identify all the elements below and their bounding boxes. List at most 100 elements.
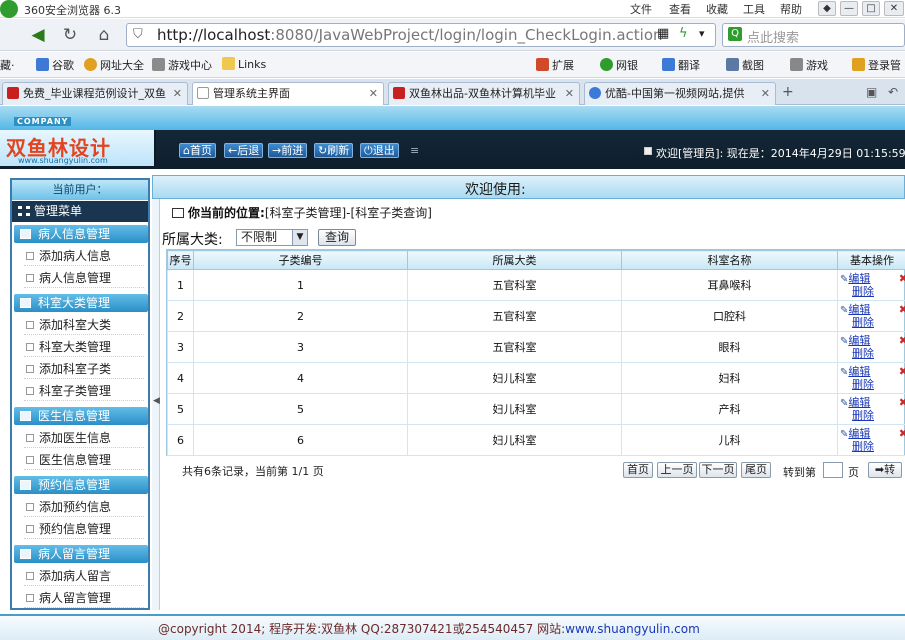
nav-home-button[interactable]: ⌂首页 (179, 143, 216, 158)
nav-refresh-button[interactable]: ↻刷新 (314, 143, 354, 158)
refresh-icon[interactable]: ↻ (58, 24, 82, 46)
menu-help[interactable]: 帮助 (780, 1, 802, 17)
group-label: 科室大类管理 (38, 296, 111, 310)
item-label: 添加病人信息 (39, 249, 112, 263)
nav-forward-button[interactable]: →前进 (268, 143, 308, 158)
close-tab-icon[interactable]: ✕ (369, 83, 378, 104)
toolbar-games[interactable]: 游戏 (790, 57, 828, 73)
sidebar-item-manage-message[interactable]: 病人留言管理 (24, 588, 144, 608)
edit-link[interactable]: 编辑 (848, 427, 870, 440)
undo-close-icon[interactable]: ↶ (888, 85, 898, 99)
sidebar-item-manage-dept-sub[interactable]: 科室子类管理 (24, 381, 144, 401)
collapse-arrow-icon[interactable]: ◀ (153, 396, 160, 406)
skin-icon[interactable]: ◆ (818, 1, 836, 16)
url-dropdown-icon[interactable]: ▾ (699, 27, 705, 40)
menu-view[interactable]: 查看 (669, 1, 691, 17)
tab-youku[interactable]: 优酷-中国第一视频网站,提供 ✕ (584, 82, 776, 105)
delete-link[interactable]: 删除 (852, 378, 874, 391)
fav-item-sites[interactable]: 网址大全 (84, 57, 144, 73)
cell-sub-id: 4 (193, 362, 408, 394)
query-button[interactable]: 查询 (318, 229, 356, 246)
fav-item-google[interactable]: 谷歌 (36, 57, 74, 73)
menu-file[interactable]: 文件 (630, 1, 652, 17)
delete-link[interactable]: 删除 (852, 316, 874, 329)
last-page-button[interactable]: 尾页 (741, 462, 771, 478)
maximize-icon[interactable]: □ (862, 1, 880, 16)
edit-link[interactable]: 编辑 (848, 272, 870, 285)
fav-item-games[interactable]: 游戏中心 (152, 57, 212, 73)
play-icon (589, 87, 601, 99)
sidebar-item-manage-patient[interactable]: 病人信息管理 (24, 268, 144, 288)
next-page-button[interactable]: 下一页 (699, 462, 737, 478)
chevron-down-icon[interactable]: ▼ (292, 230, 307, 245)
delete-link[interactable]: 删除 (852, 440, 874, 453)
search-engine-icon[interactable]: Q (728, 27, 742, 41)
toolbar-translate[interactable]: 翻译 (662, 57, 700, 73)
toolbar-screenshot[interactable]: 截图 (726, 57, 764, 73)
close-tab-icon[interactable]: ✕ (761, 83, 770, 104)
home-icon[interactable]: ⌂ (92, 24, 116, 46)
tab-list-icon[interactable]: ▣ (866, 85, 877, 99)
speed-mode-icon[interactable]: ϟ (679, 26, 688, 41)
edit-link[interactable]: 编辑 (848, 334, 870, 347)
sidebar-splitter[interactable]: ◀ (152, 178, 160, 610)
sidebar-item-manage-appointment[interactable]: 预约信息管理 (24, 519, 144, 539)
delete-link[interactable]: 删除 (852, 347, 874, 360)
sidebar-group-message[interactable]: 病人留言管理 (14, 545, 148, 563)
first-page-button[interactable]: 首页 (623, 462, 653, 478)
sidebar-group-dept-category[interactable]: 科室大类管理 (14, 294, 148, 312)
sidebar-item-add-appointment[interactable]: 添加预约信息 (24, 497, 144, 517)
menu-tools[interactable]: 工具 (743, 1, 765, 17)
page-number-input[interactable] (823, 462, 843, 478)
edit-link[interactable]: 编辑 (848, 396, 870, 409)
search-input[interactable]: Q 点此搜索 (722, 23, 905, 47)
minimize-icon[interactable]: — (840, 1, 858, 16)
back-icon[interactable]: ◀ (26, 24, 50, 46)
sidebar-item-add-message[interactable]: 添加病人留言 (24, 566, 144, 586)
sidebar-item-add-doctor[interactable]: 添加医生信息 (24, 428, 144, 448)
url-path: :8080/JavaWebProject/login/login_CheckLo… (270, 26, 663, 44)
close-tab-icon[interactable]: ✕ (565, 83, 574, 104)
toolbar-label: 游戏 (806, 59, 828, 72)
power-icon: ⏻ (364, 144, 373, 157)
tab-admin-main[interactable]: 管理系统主界面 ✕ (192, 82, 384, 105)
url-input[interactable]: ⛉ http://localhost:8080/JavaWebProject/l… (126, 23, 716, 47)
toolbar-label: 扩展 (552, 59, 574, 72)
close-tab-icon[interactable]: ✕ (173, 83, 182, 104)
nav-back-button[interactable]: ←后退 (224, 143, 264, 158)
toolbar-login[interactable]: 登录管 (852, 57, 901, 73)
sidebar: 当前用户： 管理菜单 病人信息管理 添加病人信息 病人信息管理 科室大类管理 添… (10, 178, 150, 610)
sidebar-item-add-dept-category[interactable]: 添加科室大类 (24, 315, 144, 335)
sidebar-group-patient[interactable]: 病人信息管理 (14, 225, 148, 243)
sidebar-group-doctor[interactable]: 医生信息管理 (14, 407, 148, 425)
edit-link[interactable]: 编辑 (848, 303, 870, 316)
location-icon (172, 208, 184, 218)
sidebar-item-manage-dept-category[interactable]: 科室大类管理 (24, 337, 144, 357)
qrcode-icon[interactable]: ▦ (657, 26, 669, 41)
tab-shuangyulin[interactable]: 双鱼林出品-双鱼林计算机毕业 ✕ (388, 82, 580, 105)
sidebar-group-appointment[interactable]: 预约信息管理 (14, 476, 148, 494)
sidebar-item-manage-doctor[interactable]: 医生信息管理 (24, 450, 144, 470)
tab-free-course[interactable]: 免费_毕业课程范例设计_双鱼 ✕ (2, 82, 188, 105)
fav-item-hidden[interactable]: 藏· (0, 57, 15, 73)
delete-link[interactable]: 删除 (852, 285, 874, 298)
group-label: 医生信息管理 (38, 409, 111, 423)
toolbar-bank[interactable]: 网银 (600, 57, 638, 73)
category-select[interactable]: 不限制 ▼ (236, 229, 308, 246)
bullet-icon (26, 252, 34, 260)
toolbar-extensions[interactable]: 扩展 (536, 57, 574, 73)
nav-logout-button[interactable]: ⏻退出 (360, 143, 399, 158)
go-button[interactable]: ➡转 (868, 462, 902, 478)
delete-link[interactable]: 删除 (852, 409, 874, 422)
prev-page-button[interactable]: 上一页 (657, 462, 697, 478)
sidebar-item-add-dept-sub[interactable]: 添加科室子类 (24, 359, 144, 379)
sidebar-item-add-patient[interactable]: 添加病人信息 (24, 246, 144, 266)
menu-favorites[interactable]: 收藏 (706, 1, 728, 17)
fav-item-links[interactable]: Links (222, 57, 266, 71)
edit-link[interactable]: 编辑 (848, 365, 870, 378)
new-tab-icon[interactable]: + (782, 84, 794, 100)
browser-logo-icon (0, 0, 18, 18)
close-window-icon[interactable]: ✕ (884, 1, 904, 16)
footer-site-link[interactable]: www.shuangyulin.com (565, 622, 700, 636)
cell-category: 五官科室 (407, 300, 622, 332)
